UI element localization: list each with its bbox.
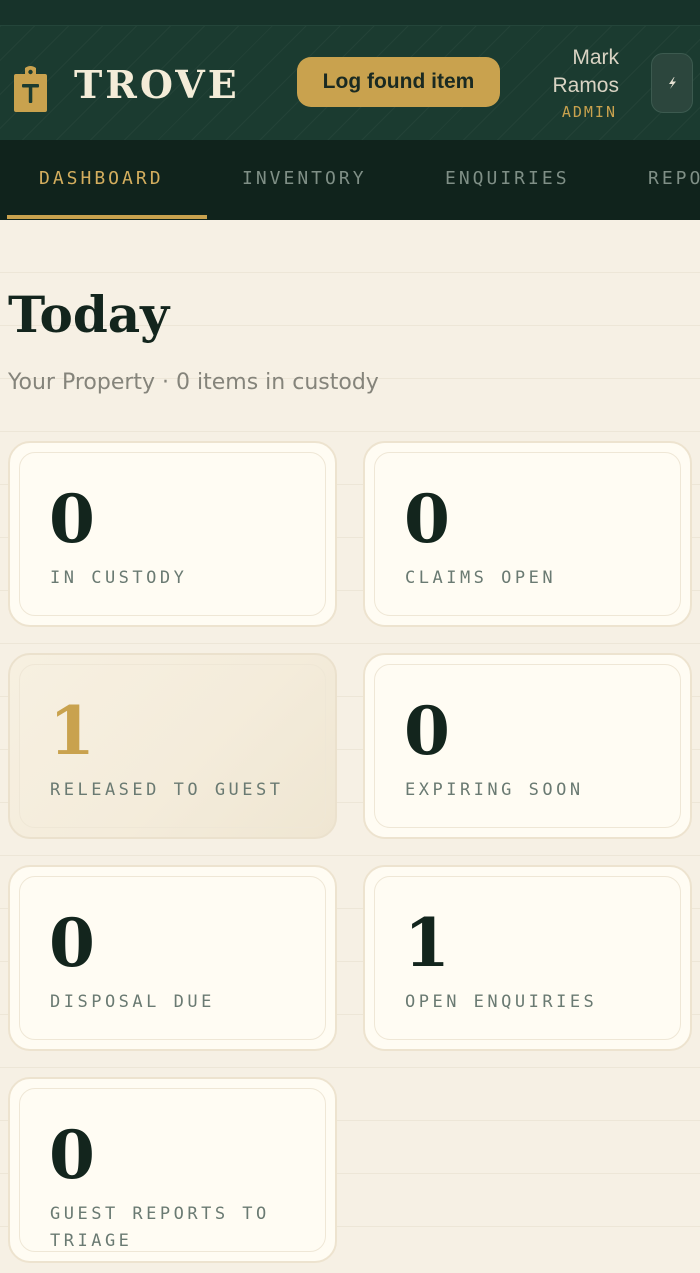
user-last-name: Ramos [552,74,619,97]
stat-label: CLAIMS OPEN [405,568,557,588]
stat-label: RELEASED TO GUEST [50,780,284,800]
stat-value: 0 [49,904,95,982]
tab-inventory[interactable]: INVENTORY [242,140,367,220]
stat-label: IN CUSTODY [50,568,188,588]
log-found-item-button[interactable]: Log found item [297,57,500,107]
tab-enquiries[interactable]: ENQUIRIES [445,140,570,220]
stat-label: DISPOSAL DUE [50,992,215,1012]
sign-out-button[interactable] [651,53,693,113]
tab-reports[interactable]: REPORTS [648,140,700,220]
top-strip [0,0,700,26]
stat-card-disposal-due[interactable]: 0 DISPOSAL DUE [8,865,337,1051]
tab-dashboard[interactable]: DASHBOARD [39,140,164,220]
stat-value: 1 [404,904,450,982]
stat-value: 0 [49,480,95,558]
stat-value: 0 [404,692,450,770]
stat-label: OPEN ENQUIRIES [405,992,598,1012]
stat-value: 0 [49,1116,95,1194]
brand-name: TROVE [74,62,240,107]
user-role: ADMIN [561,103,617,121]
stat-card-guest-reports-to-triage[interactable]: 0 GUEST REPORTS TO TRIAGE [8,1077,337,1263]
tag-logo-icon [14,66,47,112]
page-title: Today [8,285,170,344]
stat-value: 0 [404,480,450,558]
stat-card-claims-open[interactable]: 0 CLAIMS OPEN [363,441,692,627]
stat-label: GUEST REPORTS TO TRIAGE [50,1204,270,1251]
stat-value: 1 [49,692,95,770]
stat-card-open-enquiries[interactable]: 1 OPEN ENQUIRIES [363,865,692,1051]
lightning-icon [669,77,676,89]
stat-card-in-custody[interactable]: 0 IN CUSTODY [8,441,337,627]
active-tab-indicator [7,215,207,219]
main-nav: DASHBOARD INVENTORY ENQUIRIES REPORTS [0,140,700,220]
page-subtitle: Your Property · 0 items in custody [8,370,379,395]
user-first-name: Mark [572,46,619,69]
app-header: TROVE Log found item Mark Ramos ADMIN [0,26,700,140]
stat-card-released-to-guest[interactable]: 1 RELEASED TO GUEST [8,653,337,839]
dashboard-content: Today Your Property · 0 items in custody… [0,220,700,1273]
stat-card-expiring-soon[interactable]: 0 EXPIRING SOON [363,653,692,839]
stat-label: EXPIRING SOON [405,780,584,800]
